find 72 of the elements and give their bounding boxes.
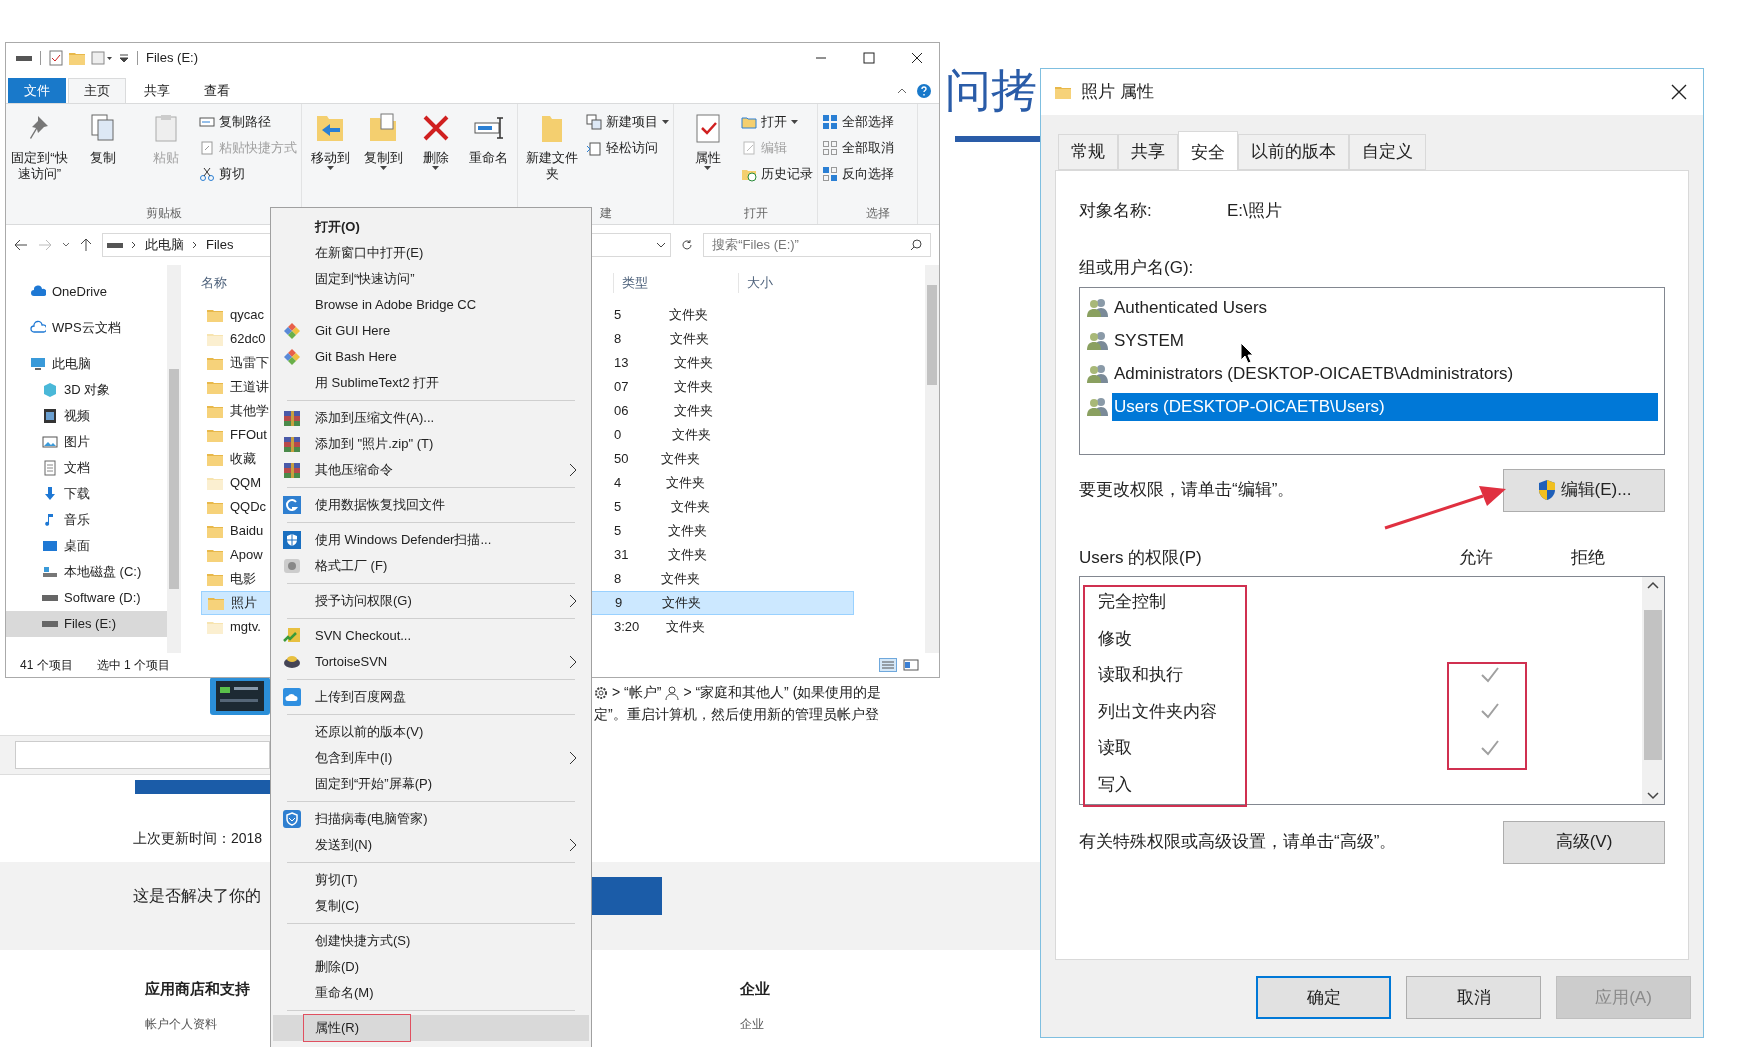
date-cell-text: 3:20 bbox=[614, 618, 640, 637]
type-cell-text: 文件夹 bbox=[667, 546, 707, 565]
file-name: 照片 bbox=[231, 594, 257, 613]
date-cell-text: 8 bbox=[614, 330, 622, 349]
file-name: 王道讲 bbox=[230, 378, 269, 397]
permission-name: 读取 bbox=[1098, 737, 1133, 759]
permission-name: 列出文件夹内容 bbox=[1098, 700, 1218, 723]
type-cell-text: 文件夹 bbox=[666, 474, 706, 493]
file-name: 62dc0 bbox=[230, 330, 266, 349]
file-name: 其他学 bbox=[230, 402, 269, 421]
type-cell-text: 文件夹 bbox=[665, 618, 705, 637]
type-cell-text: 文件夹 bbox=[674, 378, 713, 397]
type-cell-text: 文件夹 bbox=[668, 306, 708, 325]
type-cell-text: 文件夹 bbox=[668, 522, 708, 541]
group-label: 建 bbox=[599, 205, 612, 222]
type-cell-text: 文件夹 bbox=[670, 330, 710, 349]
column-header: 拒绝 bbox=[1571, 546, 1605, 569]
date-cell-text: 5 bbox=[614, 522, 622, 541]
date-cell-text: 5 bbox=[614, 306, 622, 325]
date-cell-text: 31 bbox=[614, 546, 629, 565]
group-label: 打开 bbox=[743, 205, 768, 222]
dialog-title: 照片 属性 bbox=[1081, 81, 1154, 104]
instruction-text: > “帐户” bbox=[612, 683, 662, 702]
permission-name: 完全控制 bbox=[1098, 591, 1167, 613]
file-name: Apow bbox=[230, 546, 263, 565]
type-cell-text: 文件夹 bbox=[671, 498, 711, 517]
footer-heading: 企业 bbox=[740, 979, 770, 999]
footer-heading: 应用商店和支持 bbox=[145, 979, 250, 999]
file-name: 电影 bbox=[230, 570, 256, 589]
file-name: QQDc bbox=[230, 498, 267, 517]
instruction-text: 定”。重启计算机，然后使用新的管理员帐户登 bbox=[594, 705, 879, 724]
status-text: 选中 1 个项目 bbox=[96, 657, 171, 674]
hint-text: 有关特殊权限或高级设置，请单击“高级”。 bbox=[1079, 830, 1397, 853]
file-name: FFOut bbox=[230, 426, 267, 445]
type-cell-text: 文件夹 bbox=[661, 450, 700, 469]
field-value: E:\照片 bbox=[1227, 200, 1282, 223]
feedback-question: 这是否解决了你的 bbox=[133, 886, 261, 906]
type-cell-text: 文件夹 bbox=[674, 402, 713, 421]
date-cell-text: 5 bbox=[614, 498, 622, 517]
date-cell-text: 9 bbox=[615, 594, 623, 613]
hint-text: 要更改权限，请单击“编辑”。 bbox=[1079, 479, 1295, 502]
date-cell-text: 50 bbox=[614, 450, 629, 469]
date-cell-text: 4 bbox=[614, 474, 622, 493]
file-name: Baidu bbox=[230, 522, 264, 541]
type-cell-text: 文件夹 bbox=[662, 594, 701, 613]
type-cell-text: 文件夹 bbox=[674, 354, 713, 373]
group-label: 选择 bbox=[865, 205, 890, 222]
instruction-text: > “家庭和其他人” (如果使用的是 bbox=[683, 683, 882, 702]
permission-name: 写入 bbox=[1098, 773, 1133, 796]
type-cell-text: 文件夹 bbox=[661, 570, 700, 589]
permission-name: 修改 bbox=[1098, 627, 1133, 650]
section-label: Users 的权限(P) bbox=[1079, 546, 1203, 569]
column-header: 允许 bbox=[1459, 546, 1494, 569]
file-name: qycac bbox=[230, 306, 264, 325]
file-name: QQM bbox=[230, 474, 262, 493]
field-label: 对象名称: bbox=[1079, 200, 1153, 223]
page-heading: 问拷 bbox=[945, 63, 1037, 118]
permission-name: 读取和执行 bbox=[1098, 664, 1184, 686]
date-cell-text: 07 bbox=[614, 378, 629, 397]
type-cell-text: 文件夹 bbox=[671, 426, 711, 445]
date-cell-text: 0 bbox=[614, 426, 622, 445]
date-cell-text: 8 bbox=[614, 570, 622, 589]
update-time: 上次更新时间：2018 bbox=[133, 829, 263, 848]
date-cell-text: 06 bbox=[614, 402, 629, 421]
status-text: 41 个项目 bbox=[20, 657, 73, 674]
file-name: 收藏 bbox=[230, 450, 256, 469]
section-label: 组或用户名(G): bbox=[1079, 257, 1195, 279]
date-cell-text: 13 bbox=[614, 354, 629, 373]
file-name: mgtv. bbox=[230, 618, 261, 637]
group-label: 剪贴板 bbox=[145, 205, 182, 222]
window-title: Files (E:) bbox=[146, 49, 198, 68]
file-name: 迅雷下 bbox=[230, 354, 269, 373]
